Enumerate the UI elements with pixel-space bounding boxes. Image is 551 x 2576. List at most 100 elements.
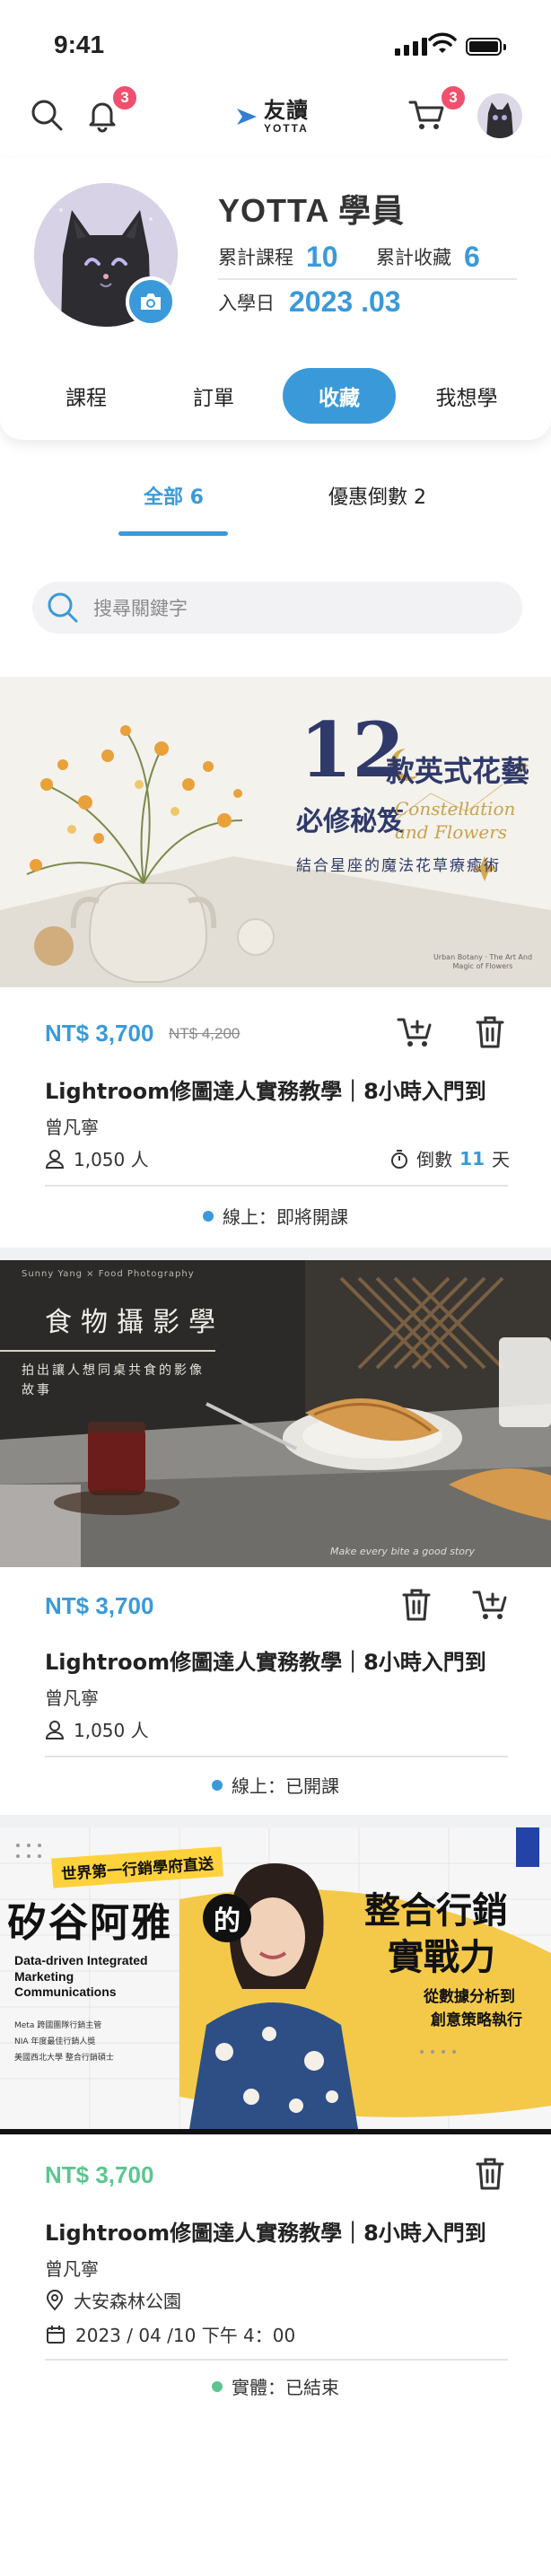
banner-2-tagline: 拍出讓人想同桌共食的影像故事 [22, 1363, 205, 1398]
filter-tab-all[interactable]: 全部 6 [144, 481, 204, 510]
card-1-divider [45, 1185, 508, 1187]
enroll-date: 入學日 2023 .03 [218, 285, 401, 319]
card-3-location-text: 大安森林公園 [74, 2291, 181, 2312]
card-2-status-text: 線上：已開課 [232, 1775, 339, 1797]
card-1-students: 1,050 人 [45, 1145, 149, 1171]
favorites-value: 6 [464, 240, 480, 273]
add-to-cart-icon[interactable] [395, 1012, 434, 1052]
search-input-icon [48, 592, 78, 623]
profile-card: YOTTA 學員 累計課程 10 累計收藏 6 入學日 2023 .03 課程 … [0, 158, 551, 440]
banner-3-sub-1: 從數據分析到 [424, 1988, 515, 2006]
banner-3-eng: Data-driven Integrated Marketing Communi… [14, 1953, 148, 1999]
enroll-value: 2023 .03 [289, 285, 401, 318]
stopwatch-icon [391, 1149, 408, 1169]
banner-3-name: 矽谷阿雅 [7, 1900, 172, 1946]
filter-tab-indicator [118, 531, 228, 536]
card-1-status-text: 線上：即將開課 [223, 1206, 348, 1228]
signal-icon [395, 38, 427, 56]
card-3-location: 大安森林公園 [45, 2287, 181, 2313]
banner-3-points: Meta 跨國團隊行銷主管 NIA 年度最佳行銷人獎 美國西北大學 整合行銷碩士 [14, 2018, 185, 2066]
card-2-title[interactable]: Lightroom修圖達人實務教學｜8小時入門到 [45, 1644, 486, 1676]
status-bar: 9:41 [0, 0, 551, 86]
card-2-price: NT$ 3,700 [45, 1592, 154, 1619]
card-1-title[interactable]: Lightroom修圖達人實務教學｜8小時入門到 [45, 1073, 486, 1105]
camera-icon[interactable] [126, 276, 176, 327]
card-1-old-price: NT$ 4,200 [169, 1025, 241, 1042]
courses-value: 10 [306, 240, 338, 273]
card-3-status: 實體：已結束 [0, 2373, 551, 2399]
countdown-suffix: 天 [492, 1149, 510, 1170]
courses-label: 累計課程 [218, 247, 293, 268]
card-3-divider [45, 2359, 508, 2361]
card-3-status-text: 實體：已結束 [232, 2377, 339, 2398]
profile-tabs: 課程 訂單 收藏 我想學 [0, 368, 551, 427]
notification-badge: 3 [111, 84, 138, 111]
add-to-cart-icon[interactable] [470, 1585, 510, 1625]
status-dot [212, 2380, 223, 2392]
logo-sub-text: YOTTA [264, 122, 309, 135]
countdown-prefix: 倒數 [416, 1149, 453, 1170]
user-icon [45, 1720, 65, 1739]
card-2-author: 曾凡寧 [45, 1687, 99, 1709]
banner-1-subtitle: 必修秘笈 [296, 806, 404, 837]
card-3-author: 曾凡寧 [45, 2258, 99, 2280]
banner-3-point: NIA 年度最佳行銷人獎 [14, 2037, 96, 2046]
enroll-label: 入學日 [218, 292, 275, 314]
card-3-price: NT$ 3,700 [45, 2161, 154, 2188]
header-avatar[interactable] [477, 93, 522, 138]
card-1-price: NT$ 3,700 [45, 1020, 154, 1047]
card-2-divider [45, 1756, 508, 1757]
calendar-icon [47, 2325, 65, 2344]
profile-name: YOTTA 學員 [218, 192, 405, 229]
filter-tab-discount[interactable]: 優惠倒數 2 [328, 481, 426, 510]
battery-icon [466, 38, 506, 56]
banner-3-point: Meta 跨國團隊行銷主管 [14, 2021, 102, 2030]
banner-2-bottom: Make every bite a good story [330, 1546, 476, 1557]
wifi-icon [428, 32, 457, 53]
card-1-countdown: 倒數 11 天 [389, 1145, 510, 1171]
location-pin-icon [46, 2289, 64, 2311]
app-logo[interactable]: 友讀 YOTTA [235, 97, 309, 136]
banner-2-title: 食物攝影學 [45, 1307, 224, 1338]
favorites-label: 累計收藏 [376, 247, 451, 268]
card-3-datetime-text: 2023 / 04 /10 下午 4：00 [75, 2325, 296, 2346]
card-3-datetime: 2023 / 04 /10 下午 4：00 [45, 2321, 295, 2347]
countdown-days: 11 [459, 1147, 485, 1170]
banner-2-rule [0, 1350, 215, 1352]
trash-icon[interactable] [470, 1012, 510, 1052]
status-dot [212, 1779, 223, 1791]
banner-3-point: 美國西北大學 整合行銷碩士 [14, 2054, 114, 2063]
banner-2-top: Sunny Yang × Food Photography [22, 1269, 195, 1279]
card-2-students-count: 1,050 人 [74, 1720, 149, 1741]
play-logo-icon [237, 109, 257, 125]
banner-1-script: Constellation and Flowers [395, 798, 516, 843]
cart-badge: 3 [440, 84, 467, 111]
banner-1-caption: Urban Botany · The Art And Magic of Flow… [433, 953, 533, 971]
trash-icon[interactable] [470, 2154, 510, 2194]
search-bar[interactable]: 搜尋關鍵字 [32, 582, 522, 634]
card-3-title[interactable]: Lightroom修圖達人實務教學｜8小時入門到 [45, 2215, 486, 2247]
course-banner-1[interactable]: 12 款英式花藝 必修秘笈 Constellation and Flowers … [0, 677, 551, 987]
page: 9:41 3 友讀 YOTTA 3 YOTTA 學員 累計課程 10 累計收藏 … [0, 0, 551, 2576]
card-separator [0, 1248, 551, 1260]
card-2-students: 1,050 人 [45, 1716, 149, 1742]
banner-3-title-1: 整合行銷 [364, 1889, 508, 1932]
card-1-author: 曾凡寧 [45, 1117, 99, 1138]
profile-stats: 累計課程 10 累計收藏 6 [218, 235, 517, 280]
course-banner-2[interactable]: Sunny Yang × Food Photography 食物攝影學 拍出讓人… [0, 1260, 551, 1567]
search-icon[interactable] [27, 95, 66, 135]
banner-3-of: 的 [203, 1894, 251, 1942]
status-time: 9:41 [54, 31, 105, 58]
tab-orders[interactable]: 訂單 [165, 368, 262, 424]
card-1-status: 線上：即將開課 [0, 1203, 551, 1229]
banner-1-tagline: 結合星座的魔法花草療癒術 [296, 857, 501, 875]
tab-courses[interactable]: 課程 [38, 368, 135, 424]
tab-favorites[interactable]: 收藏 [283, 368, 396, 424]
banner-3-title-2: 實戰力 [388, 1936, 495, 1978]
tab-wishlist[interactable]: 我想學 [418, 368, 515, 424]
trash-icon[interactable] [397, 1585, 436, 1625]
search-input[interactable]: 搜尋關鍵字 [93, 594, 188, 621]
course-banner-3[interactable]: 世界第一行銷學府直送 矽谷阿雅 的 整合行銷 實戰力 從數據分析到 創意策略執行… [0, 1827, 551, 2134]
logo-main-text: 友讀 [264, 98, 309, 123]
card-1-students-count: 1,050 人 [74, 1149, 149, 1170]
